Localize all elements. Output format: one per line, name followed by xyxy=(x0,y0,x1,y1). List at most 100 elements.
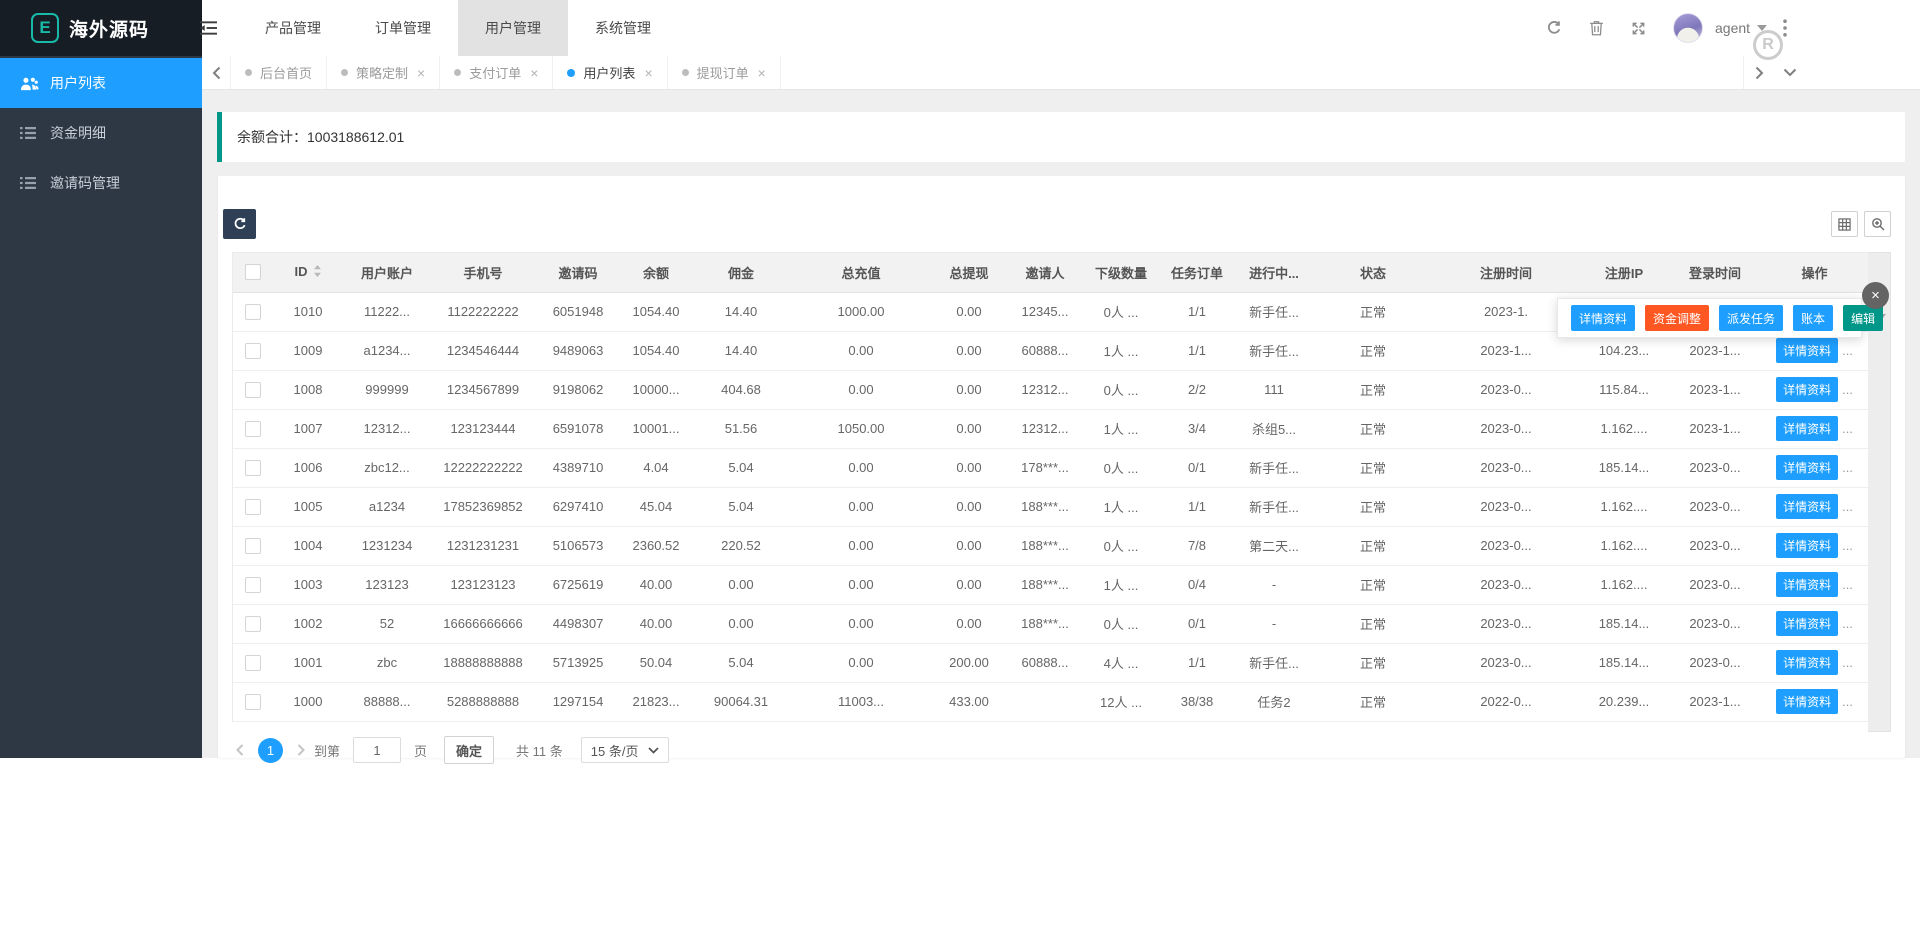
tab-4[interactable]: 用户列表× xyxy=(553,56,667,89)
tab-3[interactable]: 支付订单× xyxy=(440,56,553,89)
action-more[interactable]: ... xyxy=(1842,538,1853,553)
tabs-scroll-left-icon[interactable] xyxy=(202,56,230,89)
detail-button[interactable]: 详情资料 xyxy=(1776,689,1838,714)
select-all-checkbox[interactable] xyxy=(245,264,261,280)
popup-close-button[interactable]: × xyxy=(1862,282,1889,309)
action-more[interactable]: ... xyxy=(1842,616,1853,631)
tab-close-icon[interactable]: × xyxy=(530,66,538,80)
detail-button[interactable]: 详情资料 xyxy=(1776,572,1838,597)
goto-page-label: 到第 xyxy=(314,741,340,760)
cell-login_time: 2023-1... xyxy=(1669,409,1761,448)
nav-item-3[interactable]: 用户管理 xyxy=(458,0,568,56)
cell-task_orders: 0/4 xyxy=(1159,565,1235,604)
action-more[interactable]: ... xyxy=(1842,343,1853,358)
cell-account: zbc xyxy=(343,643,431,682)
nav-item-4[interactable]: 系统管理 xyxy=(568,0,678,56)
sort-icon[interactable] xyxy=(313,265,322,280)
cell-action: 详情资料... xyxy=(1761,409,1868,448)
column-header-task_orders: 任务订单 xyxy=(1159,253,1235,292)
goto-page-input[interactable] xyxy=(353,737,401,763)
detail-button[interactable]: 详情资料 xyxy=(1776,650,1838,675)
tabs-menu-icon[interactable] xyxy=(1774,56,1805,89)
prev-page-icon[interactable] xyxy=(232,744,248,756)
cell-id: 1005 xyxy=(273,487,343,526)
action-more[interactable]: ... xyxy=(1842,655,1853,670)
action-more[interactable]: ... xyxy=(1842,499,1853,514)
cell-task_orders: 2/2 xyxy=(1159,370,1235,409)
cell-action: 详情资料... xyxy=(1761,565,1868,604)
collapse-sidebar-icon[interactable] xyxy=(196,0,220,56)
action-more[interactable]: ... xyxy=(1842,421,1853,436)
cell-account: 11222... xyxy=(343,292,431,331)
action-more[interactable]: ... xyxy=(1842,382,1853,397)
tab-close-icon[interactable]: × xyxy=(758,66,766,80)
tab-2[interactable]: 策略定制× xyxy=(327,56,440,89)
table-refresh-button[interactable] xyxy=(223,209,256,239)
popup-detail-button[interactable]: 详情资料 xyxy=(1571,305,1635,331)
row-checkbox[interactable] xyxy=(245,538,261,554)
column-header-id[interactable]: ID xyxy=(273,253,343,292)
detail-button[interactable]: 详情资料 xyxy=(1776,533,1838,558)
row-checkbox[interactable] xyxy=(245,655,261,671)
column-label: 注册时间 xyxy=(1480,266,1532,281)
detail-button[interactable]: 详情资料 xyxy=(1776,416,1838,441)
cell-phone: 1234546444 xyxy=(431,331,535,370)
cell-status: 正常 xyxy=(1313,409,1433,448)
column-header-inviter: 邀请人 xyxy=(1007,253,1083,292)
row-checkbox[interactable] xyxy=(245,694,261,710)
page-1-button[interactable]: 1 xyxy=(258,738,283,763)
tab-label: 提现订单 xyxy=(697,63,749,82)
row-checkbox[interactable] xyxy=(245,616,261,632)
fullscreen-icon[interactable] xyxy=(1631,21,1646,36)
tab-close-icon[interactable]: × xyxy=(644,66,652,80)
trash-icon[interactable] xyxy=(1589,20,1604,36)
row-checkbox[interactable] xyxy=(245,460,261,476)
sidebar-item-1[interactable]: 用户列表 xyxy=(0,58,202,108)
row-checkbox[interactable] xyxy=(245,499,261,515)
sidebar-item-3[interactable]: 邀请码管理 xyxy=(0,158,202,208)
app-title: 海外源码 xyxy=(69,15,149,42)
nav-item-1[interactable]: 产品管理 xyxy=(238,0,348,56)
more-menu-icon[interactable] xyxy=(1783,19,1787,37)
cell-balance: 21823... xyxy=(621,682,691,721)
action-more[interactable]: ... xyxy=(1842,577,1853,592)
tab-1[interactable]: 后台首页 xyxy=(230,56,327,89)
page-size-select[interactable]: 15 条/页 xyxy=(581,737,670,763)
detail-button[interactable]: 详情资料 xyxy=(1776,611,1838,636)
row-checkbox[interactable] xyxy=(245,577,261,593)
cell-balance: 40.00 xyxy=(621,565,691,604)
username[interactable]: agent xyxy=(1715,20,1750,36)
cell-login_time: 2023-0... xyxy=(1669,526,1761,565)
cell-action: 详情资料... xyxy=(1761,643,1868,682)
cell-balance: 45.04 xyxy=(621,487,691,526)
detail-button[interactable]: 详情资料 xyxy=(1776,455,1838,480)
tabs-scroll-right-icon[interactable] xyxy=(1743,56,1774,89)
popup-adjust-funds-button[interactable]: 资金调整 xyxy=(1645,305,1709,331)
nav-item-2[interactable]: 订单管理 xyxy=(348,0,458,56)
row-checkbox[interactable] xyxy=(245,382,261,398)
next-page-icon[interactable] xyxy=(293,744,309,756)
sidebar-item-2[interactable]: 资金明细 xyxy=(0,108,202,158)
cell-subordinates: 0人 ... xyxy=(1083,604,1159,643)
row-checkbox[interactable] xyxy=(245,421,261,437)
select-all-cell xyxy=(233,253,273,292)
detail-button[interactable]: 详情资料 xyxy=(1776,338,1838,363)
cell-subordinates: 0人 ... xyxy=(1083,526,1159,565)
tab-5[interactable]: 提现订单 × xyxy=(668,56,781,89)
confirm-page-button[interactable]: 确定 xyxy=(444,736,494,764)
action-more[interactable]: ... xyxy=(1842,694,1853,709)
popup-dispatch-task-button[interactable]: 派发任务 xyxy=(1719,305,1783,331)
row-checkbox[interactable] xyxy=(245,343,261,359)
table-filter-columns-button[interactable] xyxy=(1831,211,1858,237)
avatar[interactable] xyxy=(1673,13,1703,43)
cell-register_time: 2023-0... xyxy=(1433,448,1579,487)
top-bar: E 海外源码 产品管理订单管理用户管理系统管理 agent xyxy=(0,0,1920,56)
popup-ledger-button[interactable]: 账本 xyxy=(1793,305,1833,331)
table-search-button[interactable] xyxy=(1864,211,1891,237)
row-checkbox[interactable] xyxy=(245,304,261,320)
action-more[interactable]: ... xyxy=(1842,460,1853,475)
refresh-icon[interactable] xyxy=(1546,20,1562,36)
detail-button[interactable]: 详情资料 xyxy=(1776,377,1838,402)
tab-close-icon[interactable]: × xyxy=(417,66,425,80)
detail-button[interactable]: 详情资料 xyxy=(1776,494,1838,519)
